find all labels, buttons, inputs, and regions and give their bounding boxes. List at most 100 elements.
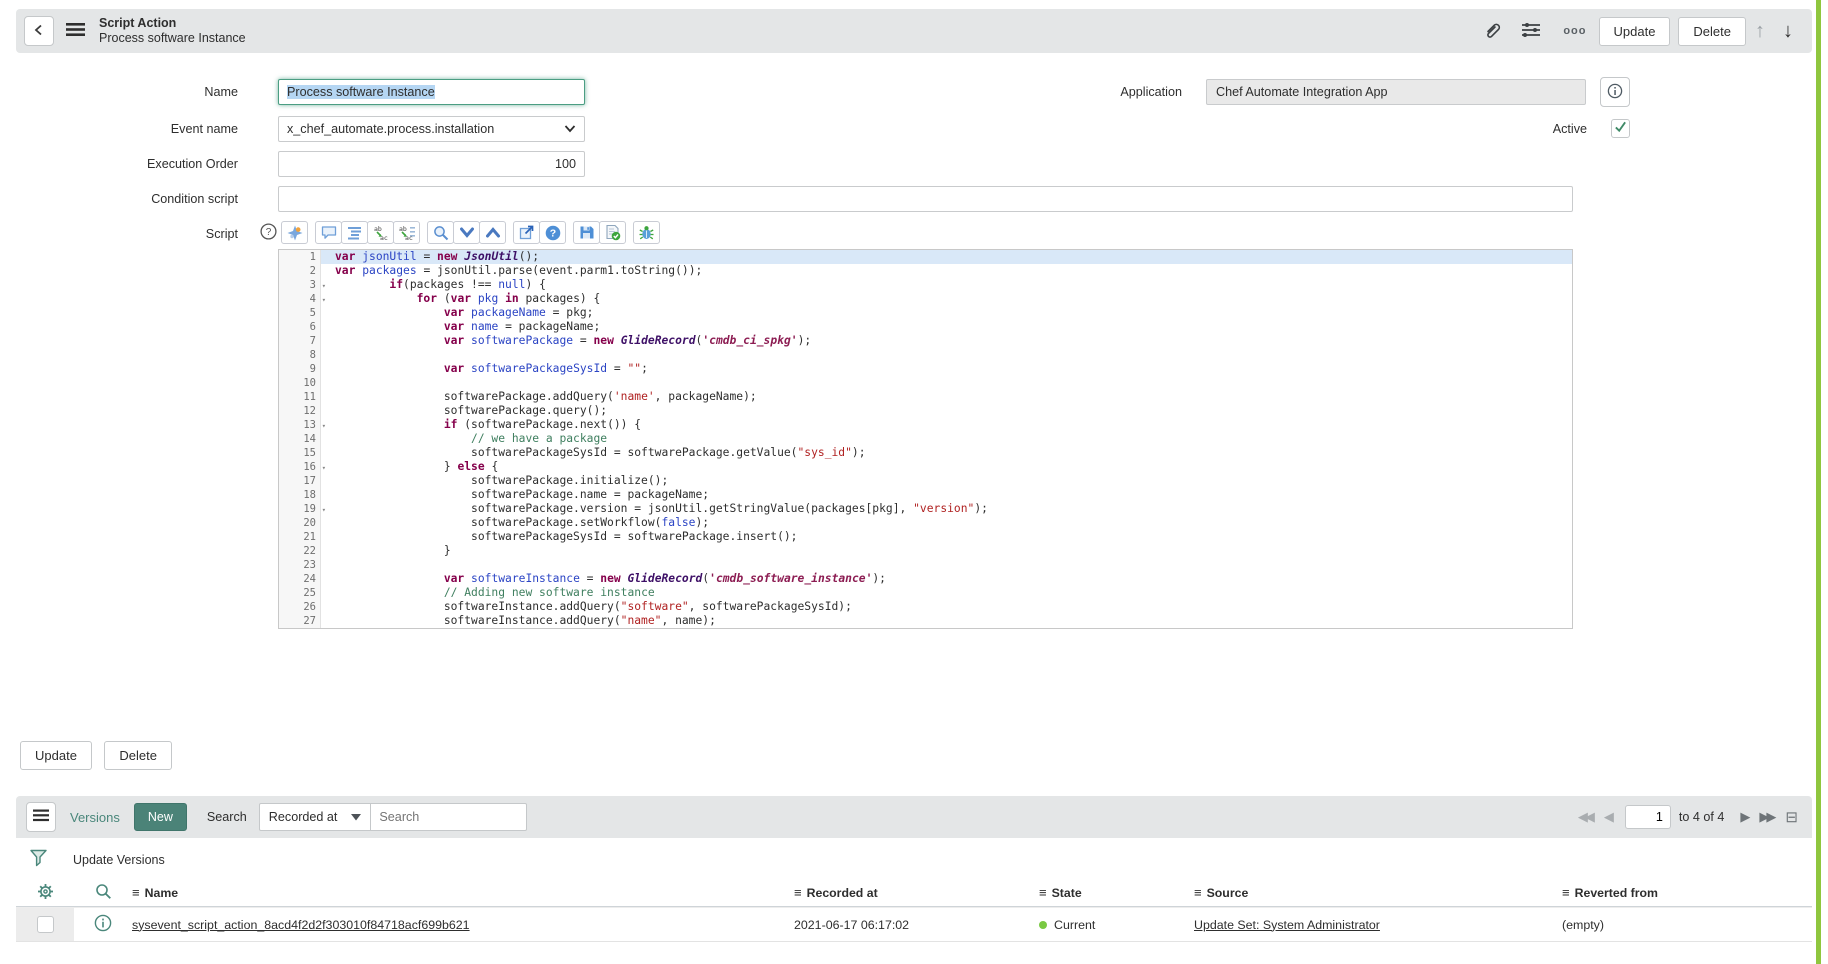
code-line-22[interactable]: 22 } — [279, 544, 1572, 558]
code-line-18[interactable]: 18 softwarePackage.name = packageName; — [279, 488, 1572, 502]
syntax-editor-toggle-button[interactable] — [281, 221, 308, 244]
code-line-8[interactable]: 8 — [279, 348, 1572, 362]
column-menu-icon: ≡ — [1194, 885, 1202, 900]
find-previous-button[interactable] — [479, 221, 506, 244]
help-button[interactable]: ? — [539, 221, 566, 244]
code-line-27[interactable]: 27 softwareInstance.addQuery("name", nam… — [279, 614, 1572, 628]
help-icon: ? — [545, 225, 561, 241]
code-line-1[interactable]: 1var jsonUtil = new JsonUtil(); — [279, 250, 1572, 264]
list-filter-button[interactable] — [30, 849, 47, 870]
line-number: 6 — [279, 320, 321, 334]
code-line-26[interactable]: 26 softwareInstance.addQuery("software",… — [279, 600, 1572, 614]
name-field[interactable] — [278, 79, 585, 105]
footer-update-button[interactable]: Update — [20, 741, 92, 770]
code-line-15[interactable]: 15 softwarePackageSysId = softwarePackag… — [279, 446, 1572, 460]
next-record-button[interactable]: ↓ — [1783, 20, 1793, 43]
search-column-select[interactable]: Recorded at — [259, 803, 372, 831]
form-context-menu-button[interactable] — [66, 22, 85, 40]
more-options-button[interactable]: ooo — [1563, 25, 1586, 37]
code-line-11[interactable]: 11 softwarePackage.addQuery('name', pack… — [279, 390, 1572, 404]
code-line-24[interactable]: 24 var softwareInstance = new GlideRecor… — [279, 572, 1572, 586]
breadcrumb-text[interactable]: Update Versions — [73, 853, 165, 867]
code-line-7[interactable]: 7 var softwarePackage = new GlideRecord(… — [279, 334, 1572, 348]
syntax-check-button[interactable] — [599, 221, 626, 244]
recorded-at-cell: 2021-06-17 06:17:02 — [794, 918, 1039, 932]
next-page-button[interactable]: ▶ — [1740, 809, 1747, 825]
fold-marker-icon[interactable]: ▾ — [322, 293, 326, 307]
fold-marker-icon[interactable]: ▾ — [322, 279, 326, 293]
column-header-name[interactable]: ≡Name — [132, 885, 794, 900]
search-icon — [95, 883, 112, 903]
event-name-select[interactable]: x_chef_automate.process.installation — [278, 116, 585, 142]
application-info-button[interactable] — [1600, 77, 1630, 107]
code-line-2[interactable]: 2var packages = jsonUtil.parse(event.par… — [279, 264, 1572, 278]
column-header-source[interactable]: ≡Source — [1194, 885, 1562, 900]
open-new-window-button[interactable] — [513, 221, 540, 244]
column-header-state[interactable]: ≡State — [1039, 885, 1194, 900]
footer-delete-button[interactable]: Delete — [104, 741, 172, 770]
code-line-6[interactable]: 6 var name = packageName; — [279, 320, 1572, 334]
code-line-20[interactable]: 20 softwarePackage.setWorkflow(false); — [279, 516, 1572, 530]
find-next-button[interactable] — [453, 221, 480, 244]
toggle-comment-button[interactable] — [315, 221, 342, 244]
debug-button[interactable] — [633, 221, 660, 244]
replace-button[interactable]: abac — [367, 221, 394, 244]
save-icon — [579, 225, 594, 240]
code-line-16[interactable]: 16▾ } else { — [279, 460, 1572, 474]
new-version-button[interactable]: New — [134, 803, 187, 831]
field-help-button[interactable]: ? — [260, 223, 277, 243]
active-checkbox[interactable] — [1611, 119, 1630, 138]
code-line-19[interactable]: 19▾ softwarePackage.version = jsonUtil.g… — [279, 502, 1572, 516]
versions-list-title[interactable]: Versions — [70, 810, 120, 825]
svg-text:ab: ab — [374, 225, 382, 233]
previous-page-button[interactable]: ◀ — [1604, 809, 1611, 825]
collapse-list-button[interactable]: ⊟ — [1785, 808, 1798, 826]
code-line-10[interactable]: 10 — [279, 376, 1572, 390]
code-line-12[interactable]: 12 softwarePackage.query(); — [279, 404, 1572, 418]
first-page-button[interactable]: ◀◀ — [1578, 809, 1592, 825]
previous-record-button[interactable]: ↑ — [1755, 20, 1765, 43]
code-line-5[interactable]: 5 var packageName = pkg; — [279, 306, 1572, 320]
list-search-input[interactable] — [371, 803, 527, 831]
personalize-form-button[interactable] — [1521, 21, 1541, 42]
list-context-menu-button[interactable] — [26, 802, 56, 832]
execution-order-field[interactable] — [278, 151, 585, 177]
replace-all-button[interactable]: abac — [393, 221, 420, 244]
fold-marker-icon[interactable]: ▾ — [322, 461, 326, 475]
line-number: 14 — [279, 432, 321, 446]
last-page-button[interactable]: ▶▶ — [1759, 809, 1773, 825]
page-number-input[interactable] — [1625, 805, 1671, 829]
header-delete-button[interactable]: Delete — [1678, 17, 1746, 46]
find-button[interactable] — [427, 221, 454, 244]
column-header-reverted-from[interactable]: ≡Reverted from — [1562, 885, 1812, 900]
code-line-3[interactable]: 3▾ if(packages !== null) { — [279, 278, 1572, 292]
line-number: 8 — [279, 348, 321, 362]
dropdown-arrow-icon — [337, 810, 361, 824]
arrow-up-icon: ↑ — [1755, 20, 1765, 42]
code-line-9[interactable]: 9 var softwarePackageSysId = ""; — [279, 362, 1572, 376]
row-checkbox[interactable] — [37, 916, 54, 933]
format-code-button[interactable] — [341, 221, 368, 244]
source-link[interactable]: Update Set: System Administrator — [1194, 918, 1380, 932]
list-search-button[interactable] — [95, 883, 112, 903]
row-preview-button[interactable] — [94, 914, 112, 935]
code-line-23[interactable]: 23 — [279, 558, 1572, 572]
fold-marker-icon[interactable]: ▾ — [322, 503, 326, 517]
record-name-link[interactable]: sysevent_script_action_8acd4f2d2f303010f… — [132, 918, 470, 932]
fold-marker-icon[interactable]: ▾ — [322, 419, 326, 433]
back-button[interactable] — [24, 16, 54, 46]
column-header-recorded-at[interactable]: ≡Recorded at — [794, 885, 1039, 900]
code-line-21[interactable]: 21 softwarePackageSysId = softwarePackag… — [279, 530, 1572, 544]
code-line-13[interactable]: 13▾ if (softwarePackage.next()) { — [279, 418, 1572, 432]
code-line-14[interactable]: 14 // we have a package — [279, 432, 1572, 446]
code-line-25[interactable]: 25 // Adding new software instance — [279, 586, 1572, 600]
save-button[interactable] — [573, 221, 600, 244]
header-update-button[interactable]: Update — [1599, 17, 1671, 46]
condition-script-field[interactable] — [278, 186, 1573, 212]
code-line-17[interactable]: 17 softwarePackage.initialize(); — [279, 474, 1572, 488]
attachments-button[interactable] — [1483, 21, 1501, 42]
list-personalize-button[interactable] — [37, 883, 54, 903]
script-code-editor[interactable]: 1var jsonUtil = new JsonUtil();2var pack… — [278, 249, 1573, 629]
chevron-down-icon — [564, 122, 576, 136]
code-line-4[interactable]: 4▾ for (var pkg in packages) { — [279, 292, 1572, 306]
